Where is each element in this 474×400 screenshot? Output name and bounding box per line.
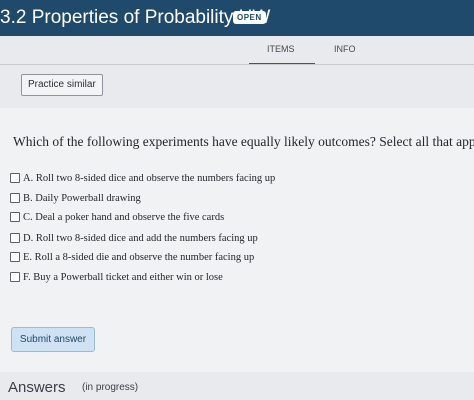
status-badge: OPEN xyxy=(233,11,266,24)
checkbox[interactable] xyxy=(10,212,20,222)
option-label: F. Buy a Powerball ticket and either win… xyxy=(23,271,223,283)
tab-info[interactable]: INFO xyxy=(334,44,356,54)
answers-heading: Answers xyxy=(8,379,66,396)
question-prompt: Which of the following experiments have … xyxy=(13,134,474,149)
app-header: 3.2 Properties of Probability HW OPEN xyxy=(0,0,474,36)
checkbox[interactable] xyxy=(10,272,20,282)
option-label: E. Roll a 8-sided die and observe the nu… xyxy=(23,251,255,263)
tab-items[interactable]: ITEMS xyxy=(267,44,295,54)
option-c[interactable]: C. Deal a poker hand and observe the fiv… xyxy=(10,210,224,224)
submit-answer-button[interactable]: Submit answer xyxy=(11,327,95,352)
header-divider xyxy=(0,64,474,65)
checkbox[interactable] xyxy=(10,173,20,183)
option-a[interactable]: A. Roll two 8-sided dice and observe the… xyxy=(10,171,275,185)
practice-similar-button[interactable]: Practice similar xyxy=(21,74,103,96)
option-b[interactable]: B. Daily Powerball drawing xyxy=(10,191,141,205)
checkbox[interactable] xyxy=(10,233,20,243)
option-e[interactable]: E. Roll a 8-sided die and observe the nu… xyxy=(10,250,254,264)
checkbox[interactable] xyxy=(10,193,20,203)
option-label: B. Daily Powerball drawing xyxy=(23,192,141,204)
option-d[interactable]: D. Roll two 8-sided dice and add the num… xyxy=(10,231,258,245)
answers-status: (in progress) xyxy=(82,382,139,393)
checkbox[interactable] xyxy=(10,252,20,262)
option-label: C. Deal a poker hand and observe the fiv… xyxy=(23,211,225,223)
option-f[interactable]: F. Buy a Powerball ticket and either win… xyxy=(10,270,223,284)
option-label: D. Roll two 8-sided dice and add the num… xyxy=(23,232,258,244)
page-title: 3.2 Properties of Probability HW xyxy=(0,7,271,28)
option-label: A. Roll two 8-sided dice and observe the… xyxy=(23,172,276,184)
